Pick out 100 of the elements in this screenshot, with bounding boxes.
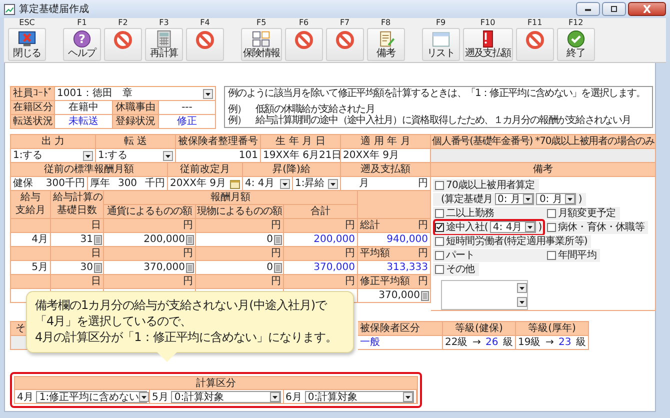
date-field[interactable]: 20XX年 9月: [168, 177, 243, 191]
number-field[interactable]: 370,000: [358, 289, 431, 303]
callout-text: 備考欄の1カ月分の給与が支給されない月(中途入社月)で 「4月」を選択しているので、 4月の計算区分が「1：修正平均に含めない」になります。: [35, 297, 338, 345]
caret-icon: [328, 178, 338, 188]
unit-label: 円: [418, 219, 428, 232]
table-cell: 20XX年 9月: [341, 149, 431, 163]
calculation-select[interactable]: 0:計算対象: [171, 390, 280, 402]
header-cell: 登録状況: [113, 115, 159, 129]
no-entry-icon: [334, 30, 355, 50]
raise-type-select[interactable]: 1:昇給: [293, 177, 341, 191]
field-value: 300: [118, 177, 138, 190]
retro-payment-button[interactable]: 遡及支払額: [462, 28, 513, 61]
checkbox[interactable]: [435, 236, 444, 246]
minimize-button[interactable]: [576, 2, 600, 16]
unit-label: 日: [51, 219, 104, 233]
function-key-label: F4: [200, 18, 210, 28]
header-cell: 個人番号(基礎年金番号) *70歳以上被用者の場合のみ: [431, 135, 656, 149]
unit-label: 円: [104, 247, 196, 261]
recalculate-button[interactable]: 再計算: [145, 28, 183, 61]
function-key-label: F12: [568, 18, 584, 28]
unit-label: 円: [418, 275, 428, 288]
month-select[interactable]: 4: 4月: [490, 221, 536, 233]
unit-label: 円: [196, 247, 284, 261]
field-label: (算定基礎月: [441, 192, 493, 206]
transfer-select[interactable]: 1:する: [96, 149, 176, 163]
checkbox[interactable]: [435, 208, 444, 218]
caret-icon: [203, 88, 213, 98]
checkbox[interactable]: [547, 222, 556, 232]
header-cell: 通貨によるものの額: [104, 205, 196, 219]
checkbox-label: 病休・育休・休職等: [558, 220, 644, 234]
checkbox[interactable]: [435, 180, 444, 190]
checkbox[interactable]: [435, 222, 444, 232]
table-cell: 一般: [358, 336, 443, 350]
finish-button[interactable]: 終了: [556, 28, 595, 61]
remarks-button[interactable]: 備考: [366, 28, 405, 61]
function-key-label: F6: [298, 18, 309, 28]
checkbox-label: パート: [446, 249, 475, 262]
checkbox-label: 二以上勤務: [446, 206, 494, 220]
maximize-icon: [609, 6, 619, 12]
checkbox[interactable]: [547, 208, 556, 218]
month-select[interactable]: 0: 月: [536, 193, 576, 205]
app-icon: [4, 4, 15, 14]
remarks-text-field[interactable]: [441, 280, 528, 310]
checkbox-label: 年間平均: [558, 249, 596, 262]
function-key-label: F2: [118, 18, 128, 28]
arrow-label: →: [545, 336, 554, 349]
calculation-select[interactable]: 0:計算対象: [304, 390, 414, 402]
insurance-info-button[interactable]: 保険情報: [241, 28, 282, 61]
number-field[interactable]: 200,000: [104, 233, 196, 247]
maximize-button[interactable]: [602, 2, 626, 16]
header-cell: 被保険者区分: [358, 322, 443, 336]
close-button[interactable]: 閉じる: [8, 28, 46, 61]
no-entry-icon: [113, 30, 133, 50]
caret-icon: [525, 222, 536, 232]
month-label: 5月: [152, 390, 168, 404]
table-cell: 未転送: [55, 115, 113, 129]
summary-label: 総計: [360, 219, 380, 232]
employee-select[interactable]: 1001：徳田 章: [55, 87, 216, 101]
minimize-icon: [583, 6, 593, 12]
number-field[interactable]: 370,000: [104, 261, 196, 275]
header-cell: 転 送: [96, 135, 176, 149]
header-cell: 合計: [284, 205, 358, 219]
header-cell: 遡及支払額: [341, 163, 431, 177]
calculator-icon: [186, 262, 194, 272]
field-label: 厚年: [90, 177, 110, 190]
calculation-select[interactable]: 1:修正平均に含めない: [36, 390, 147, 402]
month-label: 6月: [286, 390, 302, 404]
my-number-field[interactable]: [431, 149, 656, 163]
header-cell: 等級(健保): [443, 322, 516, 336]
header-cell: 備考: [431, 163, 656, 177]
output-select[interactable]: 1:する: [11, 149, 96, 163]
month-label: 4月: [17, 390, 34, 404]
table-cell: 修正: [159, 115, 216, 129]
checkbox[interactable]: [547, 250, 556, 260]
caret-icon: [139, 392, 150, 402]
caret-icon: [517, 283, 527, 293]
function-key-label: F8: [380, 18, 391, 28]
close-window-button[interactable]: [628, 2, 666, 16]
calculator-icon: [274, 262, 282, 272]
unit-label: 日: [51, 275, 104, 289]
field-label: 健保: [13, 177, 33, 190]
calculator-icon: [421, 290, 429, 300]
function-key-label: ESC: [19, 18, 35, 28]
list-button[interactable]: リスト: [422, 28, 460, 61]
checkbox[interactable]: [435, 264, 444, 274]
month-select[interactable]: 0: 月: [494, 193, 534, 205]
number-field[interactable]: 30: [51, 261, 104, 275]
number-field[interactable]: 0: [196, 233, 284, 247]
table-cell: 313,333: [358, 261, 431, 275]
checkbox-label: その他: [446, 263, 475, 276]
checkbox[interactable]: [435, 250, 444, 260]
number-field[interactable]: 0: [196, 261, 284, 275]
caret-icon: [280, 178, 290, 188]
unit-label: 円: [104, 275, 196, 289]
raise-month-select[interactable]: 4: 4月: [243, 177, 293, 191]
help-button[interactable]: ? ヘルプ: [63, 28, 101, 61]
number-field[interactable]: 31: [51, 233, 104, 247]
unit-label: 円: [104, 219, 196, 233]
grade-value: 23: [558, 336, 572, 349]
header-cell: 被保険者整理番号: [176, 135, 261, 149]
